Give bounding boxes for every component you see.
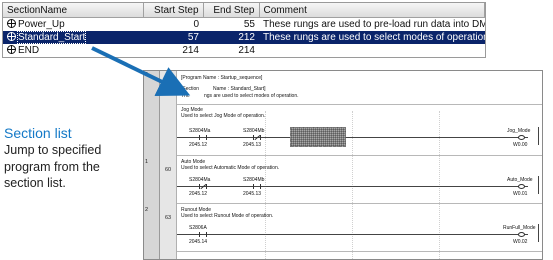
- jump-arrow-icon: [91, 46, 191, 96]
